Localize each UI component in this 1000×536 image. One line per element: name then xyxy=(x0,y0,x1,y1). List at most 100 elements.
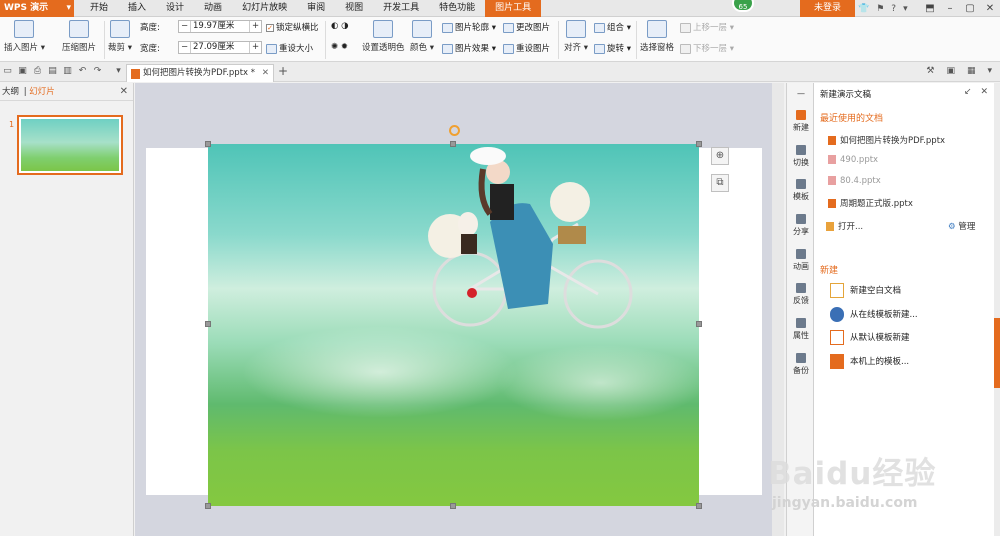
save-icon[interactable]: ▣ xyxy=(17,66,28,77)
tab-design[interactable]: 设计 xyxy=(156,0,194,17)
group-button[interactable]: 组合 ▾ xyxy=(594,21,631,33)
app-menu-button[interactable]: WPS 演示 ▾ xyxy=(0,0,74,17)
zoom-in-icon[interactable]: ⊕ xyxy=(711,147,729,165)
width-stepper[interactable]: −27.09厘米 + xyxy=(178,41,262,54)
resize-handle[interactable] xyxy=(205,321,211,327)
width-value[interactable]: 27.09厘米 xyxy=(190,42,250,53)
minimize-icon[interactable]: – xyxy=(940,0,960,17)
tab-home[interactable]: 开始 xyxy=(80,0,118,17)
lock-ratio-checkbox[interactable]: ✓ 锁定纵横比 xyxy=(266,21,319,33)
document-tab[interactable]: 如何把图片转换为PDF.pptx * ✕ xyxy=(126,64,274,82)
pin-icon[interactable]: ⬒ xyxy=(920,0,940,17)
new-from-default-template[interactable]: 从默认模板新建 xyxy=(830,330,910,345)
picture-effects-button[interactable]: 图片效果 ▾ xyxy=(442,42,496,54)
send-backward-button[interactable]: 下移一层 ▾ xyxy=(680,42,734,54)
resize-handle[interactable] xyxy=(205,141,211,147)
chevron-down-icon[interactable]: ▾ xyxy=(903,4,908,14)
maximize-icon[interactable]: ▢ xyxy=(960,0,980,17)
decrease-icon[interactable]: − xyxy=(179,21,190,32)
pane-icon[interactable]: ▣ xyxy=(946,66,955,76)
local-templates[interactable]: 本机上的模板... xyxy=(830,354,909,369)
contrast-buttons[interactable]: ✺ ✹ xyxy=(331,42,348,52)
share-icon[interactable]: ⚑ xyxy=(876,4,884,14)
new-blank-doc[interactable]: 新建空白文档 xyxy=(830,283,901,298)
sidebar-item-properties[interactable]: 属性 xyxy=(787,318,815,341)
resize-handle[interactable] xyxy=(696,321,702,327)
slide-canvas[interactable]: ⊕ ⧉ xyxy=(135,83,784,536)
sidebar-item-backup[interactable]: 备份 xyxy=(787,353,815,376)
resize-handle[interactable] xyxy=(696,503,702,509)
skin-icon[interactable]: 👕 xyxy=(858,4,869,14)
sidebar-item-animation[interactable]: 动画 xyxy=(787,249,815,272)
crop-icon[interactable]: ⧉ xyxy=(711,174,729,192)
selected-picture[interactable] xyxy=(208,144,699,506)
recent-doc-item[interactable]: 如何把图片转换为PDF.pptx xyxy=(828,134,945,146)
export-pdf-icon[interactable]: ▤ xyxy=(47,66,58,77)
change-picture-button[interactable]: 更改图片 xyxy=(503,21,550,33)
resize-handle[interactable] xyxy=(205,503,211,509)
rotate-handle[interactable] xyxy=(449,125,460,136)
format-painter-icon[interactable]: ⚒ xyxy=(926,66,934,76)
sidebar-item-new[interactable]: 新建 xyxy=(787,110,815,133)
sidebar-item-transition[interactable]: 切换 xyxy=(787,145,815,168)
tab-animation[interactable]: 动画 xyxy=(194,0,232,17)
resize-handle[interactable] xyxy=(450,141,456,147)
resize-handle[interactable] xyxy=(696,141,702,147)
decrease-icon[interactable]: − xyxy=(179,42,190,53)
picture-outline-button[interactable]: 图片轮廓 ▾ xyxy=(442,21,496,33)
compress-picture-button[interactable]: 压缩图片 xyxy=(62,20,96,53)
recent-doc-item[interactable]: 80.4.pptx xyxy=(828,176,881,186)
sidebar-item-template[interactable]: 模板 xyxy=(787,179,815,202)
print-icon[interactable]: ⎙ xyxy=(32,66,43,77)
resize-handle[interactable] xyxy=(450,503,456,509)
bring-forward-button[interactable]: 上移一层 ▾ xyxy=(680,21,734,33)
open-button[interactable]: 打开... xyxy=(826,220,863,232)
login-button[interactable]: 未登录 xyxy=(800,0,855,17)
redo-icon[interactable]: ↷ xyxy=(92,66,103,77)
selection-pane-button[interactable]: 选择窗格 xyxy=(640,20,674,53)
right-scrollbar[interactable] xyxy=(994,83,1000,536)
increase-icon[interactable]: + xyxy=(250,42,261,53)
height-stepper[interactable]: −19.97厘米 + xyxy=(178,20,262,33)
recent-doc-item[interactable]: 490.pptx xyxy=(828,155,878,165)
set-transparent-button[interactable]: 设置透明色 xyxy=(362,20,405,53)
align-button[interactable]: 对齐 ▾ xyxy=(564,20,588,53)
recent-doc-item[interactable]: 周期题正式版.pptx xyxy=(828,197,913,209)
chevron-down-icon[interactable]: ▾ xyxy=(987,66,992,76)
sidebar-item-share[interactable]: 分享 xyxy=(787,214,815,237)
crop-button[interactable]: 裁剪 ▾ xyxy=(108,20,132,53)
reset-picture-button[interactable]: 重设图片 xyxy=(503,42,550,54)
tab-outline[interactable]: 大纲 xyxy=(2,83,19,101)
chevron-down-icon[interactable]: ▾ xyxy=(113,66,124,77)
tab-view[interactable]: 视图 xyxy=(335,0,373,17)
tab-insert[interactable]: 插入 xyxy=(118,0,156,17)
print-preview-icon[interactable]: ▥ xyxy=(62,66,73,77)
rotate-button[interactable]: 旋转 ▾ xyxy=(594,42,631,54)
new-tab-button[interactable]: + xyxy=(278,64,288,78)
brightness-buttons[interactable]: ◐ ◑ xyxy=(331,21,349,31)
tab-developer[interactable]: 开发工具 xyxy=(373,0,429,17)
notification-badge[interactable]: 65 xyxy=(732,0,754,12)
layout-icon[interactable]: ▦ xyxy=(967,66,976,76)
collapse-icon[interactable]: ↙ xyxy=(964,87,972,97)
tab-review[interactable]: 审阅 xyxy=(297,0,335,17)
tab-features[interactable]: 特色功能 xyxy=(429,0,485,17)
help-icon[interactable]: ? xyxy=(891,4,896,14)
tab-slides[interactable]: 幻灯片 xyxy=(29,83,55,101)
undo-icon[interactable]: ↶ xyxy=(77,66,88,77)
close-icon[interactable]: ✕ xyxy=(980,87,988,97)
new-from-online-template[interactable]: 从在线模板新建... xyxy=(830,307,918,322)
color-button[interactable]: 颜色 ▾ xyxy=(410,20,434,53)
sidebar-menu-icon[interactable]: — xyxy=(787,89,815,98)
manage-button[interactable]: ⚙ 管理 xyxy=(948,220,975,232)
height-value[interactable]: 19.97厘米 xyxy=(190,21,250,32)
close-icon[interactable]: ✕ xyxy=(120,83,128,101)
scrollbar-thumb[interactable] xyxy=(994,318,1000,388)
slide-thumbnail[interactable] xyxy=(17,115,123,175)
close-icon[interactable]: ✕ xyxy=(262,65,269,82)
reset-size-button[interactable]: 重设大小 xyxy=(266,42,313,54)
tab-picture-tools[interactable]: 图片工具 xyxy=(485,0,542,17)
tab-slideshow[interactable]: 幻灯片放映 xyxy=(232,0,297,17)
close-icon[interactable]: ✕ xyxy=(980,0,1000,17)
increase-icon[interactable]: + xyxy=(250,21,261,32)
